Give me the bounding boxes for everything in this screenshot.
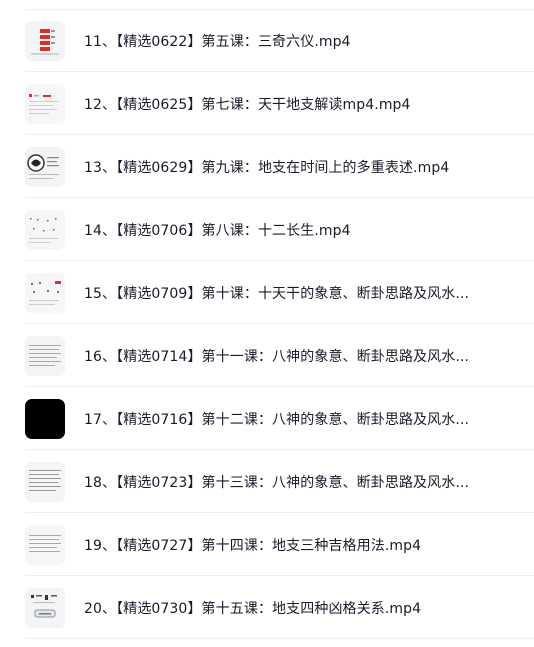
video-thumbnail-icon <box>25 146 65 187</box>
file-row[interactable]: 19、【精选0727】第十四课：地支三种吉格用法.mp4 <box>0 513 534 576</box>
file-row[interactable]: 20、【精选0730】第十五课：地支四种凶格关系.mp4 <box>0 576 534 639</box>
file-name[interactable]: 17、【精选0716】第十二课：八神的象意、断卦思路及风水... <box>84 409 514 429</box>
file-name[interactable]: 19、【精选0727】第十四课：地支三种吉格用法.mp4 <box>84 535 514 555</box>
file-name[interactable]: 12、【精选0625】第七课：天干地支解读mp4.mp4 <box>84 94 514 114</box>
video-thumbnail-icon <box>25 587 65 628</box>
video-thumbnail-icon <box>25 83 65 124</box>
file-name[interactable]: 20、【精选0730】第十五课：地支四种凶格关系.mp4 <box>84 598 514 618</box>
file-name[interactable]: 15、【精选0709】第十课：十天干的象意、断卦思路及风水... <box>84 283 514 303</box>
file-name[interactable]: 11、【精选0622】第五课：三奇六仪.mp4 <box>84 31 514 51</box>
file-row[interactable]: 14、【精选0706】第八课：十二长生.mp4 <box>0 198 534 261</box>
file-row[interactable]: 18、【精选0723】第十三课：八神的象意、断卦思路及风水... <box>0 450 534 513</box>
file-row[interactable]: 12、【精选0625】第七课：天干地支解读mp4.mp4 <box>0 72 534 135</box>
file-row[interactable]: 11、【精选0622】第五课：三奇六仪.mp4 <box>0 9 534 72</box>
video-thumbnail-icon <box>25 272 65 313</box>
video-thumbnail-icon <box>25 398 65 439</box>
video-thumbnail-icon <box>25 461 65 502</box>
file-name[interactable]: 13、【精选0629】第九课：地支在时间上的多重表述.mp4 <box>84 157 514 177</box>
video-thumbnail-icon <box>25 209 65 250</box>
file-name[interactable]: 16、【精选0714】第十一课：八神的象意、断卦思路及风水... <box>84 346 514 366</box>
video-thumbnail-icon <box>25 524 65 565</box>
file-row[interactable]: 17、【精选0716】第十二课：八神的象意、断卦思路及风水... <box>0 387 534 450</box>
file-row[interactable]: 15、【精选0709】第十课：十天干的象意、断卦思路及风水... <box>0 261 534 324</box>
file-row[interactable]: 13、【精选0629】第九课：地支在时间上的多重表述.mp4 <box>0 135 534 198</box>
file-name[interactable]: 18、【精选0723】第十三课：八神的象意、断卦思路及风水... <box>84 472 514 492</box>
file-list: 11、【精选0622】第五课：三奇六仪.mp4 12、【精选0625】第七课：天… <box>0 0 534 647</box>
video-thumbnail-icon <box>25 20 65 61</box>
file-row[interactable]: 16、【精选0714】第十一课：八神的象意、断卦思路及风水... <box>0 324 534 387</box>
video-thumbnail-icon <box>25 335 65 376</box>
file-name[interactable]: 14、【精选0706】第八课：十二长生.mp4 <box>84 220 514 240</box>
